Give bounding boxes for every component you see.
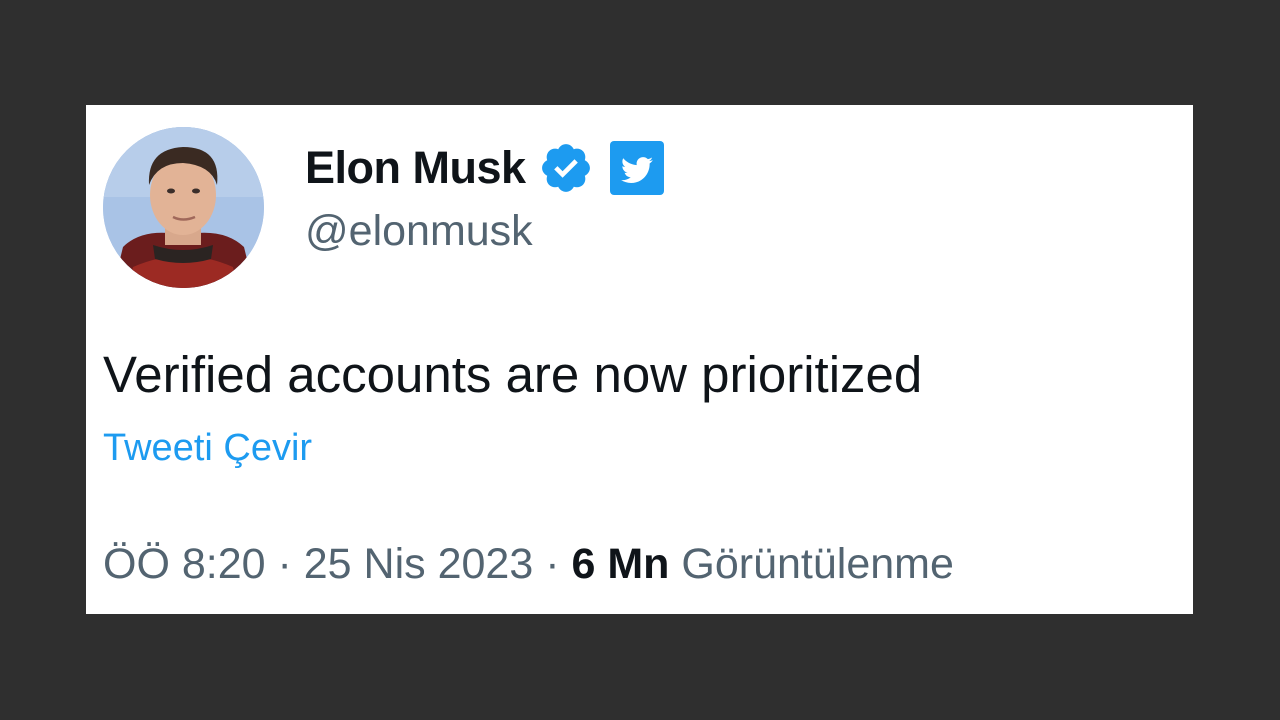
views-label: Görüntülenme	[681, 540, 954, 588]
twitter-bird-icon	[609, 141, 664, 195]
display-name[interactable]: Elon Musk	[305, 142, 526, 194]
translate-tweet-link[interactable]: Tweeti Çevir	[103, 427, 312, 470]
avatar-image	[103, 127, 264, 288]
tweet-time[interactable]: ÖÖ 8:20	[103, 540, 266, 588]
name-row: Elon Musk	[305, 139, 664, 197]
tweet-text: Verified accounts are now prioritized	[103, 346, 923, 403]
tweet-meta: ÖÖ 8:20 · 25 Nis 2023 · 6 Mn Görüntülenm…	[103, 540, 954, 589]
tweet-date[interactable]: 25 Nis 2023	[304, 540, 534, 588]
user-handle[interactable]: @elonmusk	[305, 207, 664, 256]
meta-separator: ·	[545, 540, 560, 588]
verified-badge-icon	[541, 144, 590, 192]
tweet-card: Elon Musk @elonmusk Verified accounts ar…	[86, 105, 1193, 614]
views-count: 6 Mn	[571, 540, 670, 588]
avatar[interactable]	[103, 127, 264, 288]
meta-separator: ·	[277, 540, 292, 588]
tweet-header: Elon Musk @elonmusk	[305, 139, 664, 256]
